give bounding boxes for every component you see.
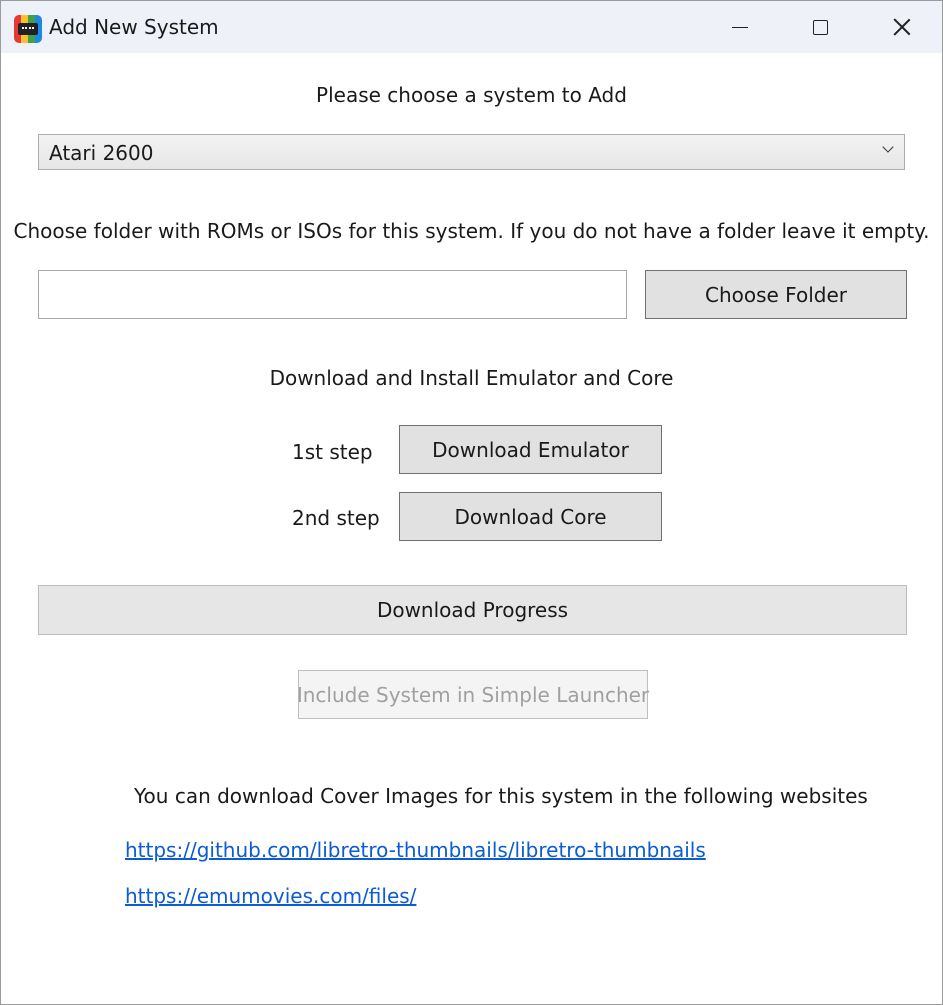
maximize-button[interactable] [780,1,860,53]
window-title: Add New System [49,15,219,39]
progress-label: Download Progress [376,598,569,622]
choose-folder-button[interactable]: Choose Folder [645,270,907,319]
folder-prompt-label: Choose folder with ROMs or ISOs for this… [13,219,930,243]
minimize-icon [732,26,748,28]
folder-path-input[interactable] [38,270,627,319]
system-select[interactable]: Atari 2600 [38,134,905,170]
system-prompt-label: Please choose a system to Add [316,83,627,107]
step2-label: 2nd step [292,506,380,530]
download-heading: Download and Install Emulator and Core [269,366,674,390]
maximize-icon [812,19,828,35]
step1-label: 1st step [292,440,373,464]
chevron-down-icon [882,141,894,153]
libretro-thumbnails-link[interactable]: https://github.com/libretro-thumbnails/l… [125,838,706,862]
include-system-button[interactable]: Include System in Simple Launcher [297,670,649,719]
add-new-system-window: Add New System Please choose a system to… [0,0,943,1005]
download-core-button[interactable]: Download Core [399,492,662,541]
minimize-button[interactable] [700,1,780,53]
close-button[interactable] [862,1,942,53]
app-logo-icon [14,15,42,43]
close-icon [893,18,911,36]
system-select-value: Atari 2600 [49,141,154,165]
emumovies-link[interactable]: https://emumovies.com/files/ [125,884,416,908]
download-progress-bar: Download Progress [38,585,907,635]
title-bar[interactable]: Add New System [1,1,942,53]
cover-images-text: You can download Cover Images for this s… [134,784,868,808]
download-emulator-button[interactable]: Download Emulator [399,425,662,474]
